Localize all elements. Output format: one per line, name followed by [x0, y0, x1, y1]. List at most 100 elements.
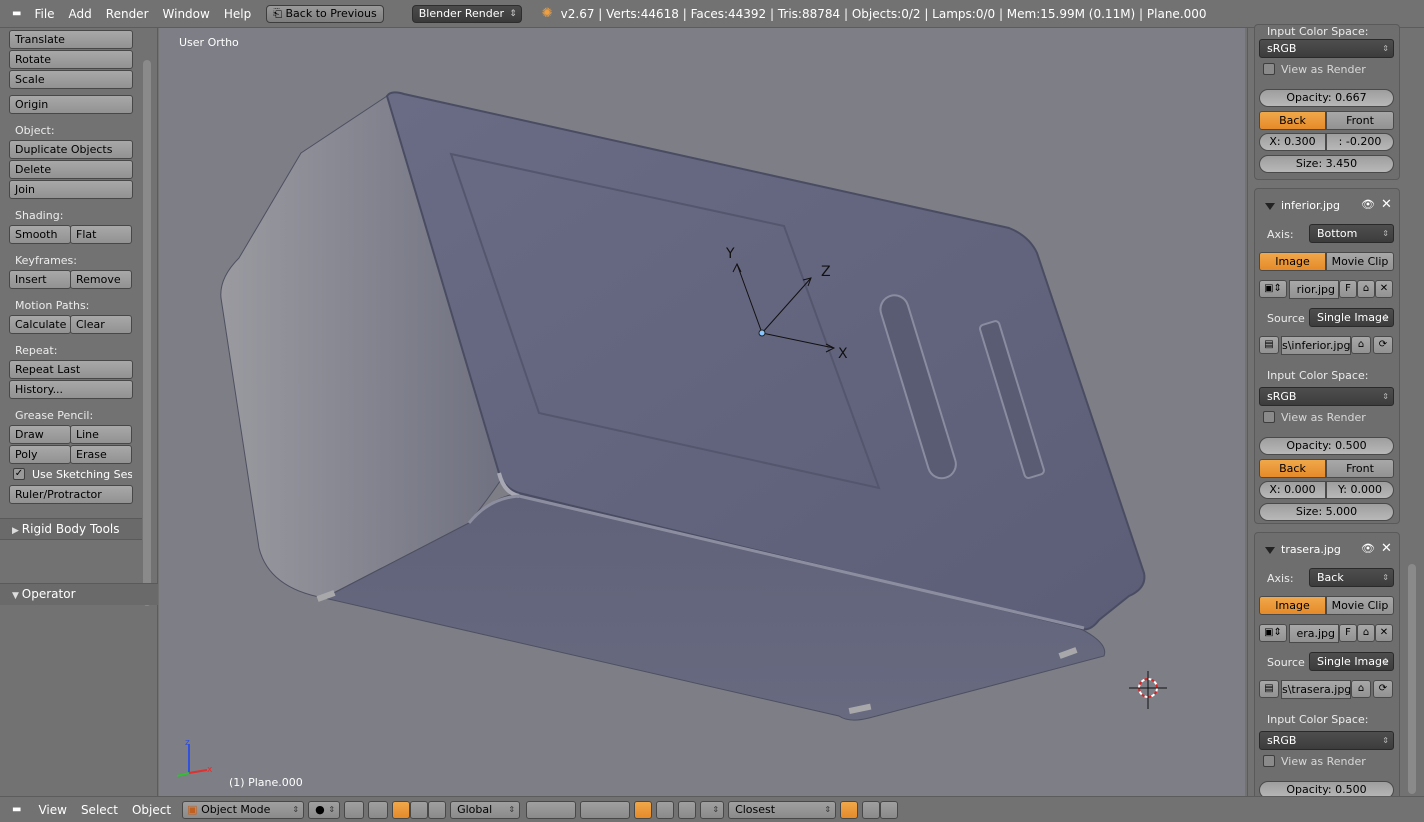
menu-file[interactable]: File	[27, 7, 61, 21]
filepath-field[interactable]: s\trasera.jpg	[1281, 680, 1351, 699]
pivot-icon[interactable]	[344, 800, 365, 819]
clear-button[interactable]: Clear	[70, 315, 132, 334]
front-toggle[interactable]: Front	[1326, 111, 1394, 130]
blender-menu-icon[interactable]: ▬	[12, 8, 21, 19]
movie-clip-toggle[interactable]: Movie Clip	[1326, 596, 1394, 615]
select-menu[interactable]: Select	[74, 803, 125, 817]
axis-dropdown[interactable]: Bottom	[1309, 224, 1394, 243]
flat-button[interactable]: Flat	[70, 225, 132, 244]
fake-user-toggle[interactable]: F	[1339, 624, 1357, 642]
poly-button[interactable]: Poly	[9, 445, 71, 464]
image-toggle[interactable]: Image	[1259, 252, 1326, 271]
menu-render[interactable]: Render	[99, 7, 156, 21]
color-space-dropdown[interactable]: sRGB	[1259, 39, 1394, 58]
axis-dropdown[interactable]: Back	[1309, 568, 1394, 587]
back-toggle[interactable]: Back	[1259, 111, 1326, 130]
offset-y-field[interactable]: Y: 0.000	[1326, 481, 1394, 499]
history-button[interactable]: History...	[9, 380, 133, 399]
open-folder-icon[interactable]: ⌂	[1357, 280, 1375, 298]
insert-keyframe-button[interactable]: Insert	[9, 270, 71, 289]
snap-target-dropdown[interactable]: Closest	[728, 800, 837, 819]
render-camera-icon[interactable]	[862, 800, 881, 819]
image-browse-icon[interactable]: ▣⇕	[1259, 624, 1287, 642]
align-rotation-icon[interactable]	[840, 800, 859, 819]
editor-type-icon[interactable]: ▬	[12, 804, 21, 815]
visibility-eye-icon[interactable]: 👁	[1361, 198, 1375, 211]
manipulator-icon[interactable]	[368, 800, 389, 819]
reload-icon[interactable]: ⟳	[1373, 680, 1393, 698]
mesh-object-render[interactable]: Y Z X z x	[159, 28, 1245, 796]
reload-icon[interactable]: ⟳	[1373, 336, 1393, 354]
menu-add[interactable]: Add	[62, 7, 99, 21]
duplicate-objects-button[interactable]: Duplicate Objects	[9, 140, 133, 159]
menu-window[interactable]: Window	[156, 7, 217, 21]
open-folder-icon[interactable]: ⌂	[1357, 624, 1375, 642]
proportional-edit-icon[interactable]	[656, 800, 675, 819]
repeat-last-button[interactable]: Repeat Last	[9, 360, 133, 379]
rotate-button[interactable]: Rotate	[9, 50, 133, 69]
offset-y-field[interactable]: : -0.200	[1326, 133, 1394, 151]
3d-viewport[interactable]: User Ortho Y Z X z x (1) Plane.000	[159, 28, 1245, 796]
join-button[interactable]: Join	[9, 180, 133, 199]
rigid-body-panel-header[interactable]: ▶ Rigid Body Tools	[0, 518, 142, 540]
lock-camera-icon[interactable]	[634, 800, 653, 819]
opacity-slider[interactable]: Opacity: 0.667	[1259, 89, 1394, 107]
filepath-field[interactable]: s\inferior.jpg	[1281, 336, 1351, 355]
sketching-checkbox[interactable]: ✓	[13, 468, 25, 480]
ruler-protractor-button[interactable]: Ruler/Protractor	[9, 485, 133, 504]
inferior-panel-header[interactable]: inferior.jpg 👁 ✕	[1265, 197, 1395, 212]
view-as-render-checkbox[interactable]	[1263, 63, 1275, 75]
fake-user-toggle[interactable]: F	[1339, 280, 1357, 298]
image-name-field[interactable]: rior.jpg	[1289, 280, 1339, 299]
image-toggle[interactable]: Image	[1259, 596, 1326, 615]
object-menu[interactable]: Object	[125, 803, 178, 817]
transform-orientation-dropdown[interactable]: Global	[450, 800, 521, 819]
unlink-icon[interactable]: ✕	[1375, 624, 1393, 642]
rotate-manipulator-icon[interactable]	[410, 800, 429, 819]
visibility-eye-icon[interactable]: 👁	[1361, 542, 1375, 555]
back-toggle[interactable]: Back	[1259, 459, 1326, 478]
snap-element-dropdown[interactable]	[700, 800, 725, 819]
offset-x-field[interactable]: X: 0.300	[1259, 133, 1326, 151]
size-field[interactable]: Size: 5.000	[1259, 503, 1394, 521]
file-browse-icon[interactable]: ⌂	[1351, 336, 1371, 354]
remove-keyframe-button[interactable]: Remove	[70, 270, 132, 289]
front-toggle[interactable]: Front	[1326, 459, 1394, 478]
shading-dropdown[interactable]: ●	[308, 800, 341, 819]
line-button[interactable]: Line	[70, 425, 132, 444]
draw-button[interactable]: Draw	[9, 425, 71, 444]
smooth-button[interactable]: Smooth	[9, 225, 71, 244]
trasera-panel-header[interactable]: trasera.jpg 👁 ✕	[1265, 541, 1395, 556]
render-engine-dropdown[interactable]: Blender Render	[411, 4, 522, 23]
close-icon[interactable]: ✕	[1381, 541, 1392, 556]
source-dropdown[interactable]: Single Image	[1309, 652, 1394, 671]
layers-grid-1[interactable]	[526, 800, 577, 819]
movie-clip-toggle[interactable]: Movie Clip	[1326, 252, 1394, 271]
color-space-dropdown[interactable]: sRGB	[1259, 731, 1394, 750]
scale-button[interactable]: Scale	[9, 70, 133, 89]
operator-panel-header[interactable]: ▼ Operator	[0, 583, 158, 605]
unlink-icon[interactable]: ✕	[1375, 280, 1393, 298]
erase-button[interactable]: Erase	[70, 445, 132, 464]
size-field[interactable]: Size: 3.450	[1259, 155, 1394, 173]
view-as-render-checkbox[interactable]	[1263, 411, 1275, 423]
opacity-slider[interactable]: Opacity: 0.500	[1259, 437, 1394, 455]
properties-scrollbar[interactable]	[1408, 564, 1416, 794]
render-animation-icon[interactable]	[880, 800, 899, 819]
back-to-previous-button[interactable]: ⎗ Back to Previous	[266, 4, 384, 23]
color-space-dropdown[interactable]: sRGB	[1259, 387, 1394, 406]
origin-button[interactable]: Origin	[9, 95, 133, 114]
layers-grid-2[interactable]	[580, 800, 631, 819]
scale-manipulator-icon[interactable]	[428, 800, 447, 819]
delete-button[interactable]: Delete	[9, 160, 133, 179]
view-menu[interactable]: View	[31, 803, 73, 817]
tool-shelf-scrollbar[interactable]	[143, 60, 151, 606]
image-name-field[interactable]: era.jpg	[1289, 624, 1339, 643]
mode-dropdown[interactable]: ▣ Object Mode	[182, 800, 305, 819]
source-dropdown[interactable]: Single Image	[1309, 308, 1394, 327]
close-icon[interactable]: ✕	[1381, 197, 1392, 212]
menu-help[interactable]: Help	[217, 7, 258, 21]
snap-toggle-icon[interactable]	[678, 800, 697, 819]
image-browse-icon[interactable]: ▣⇕	[1259, 280, 1287, 298]
file-browse-icon[interactable]: ⌂	[1351, 680, 1371, 698]
